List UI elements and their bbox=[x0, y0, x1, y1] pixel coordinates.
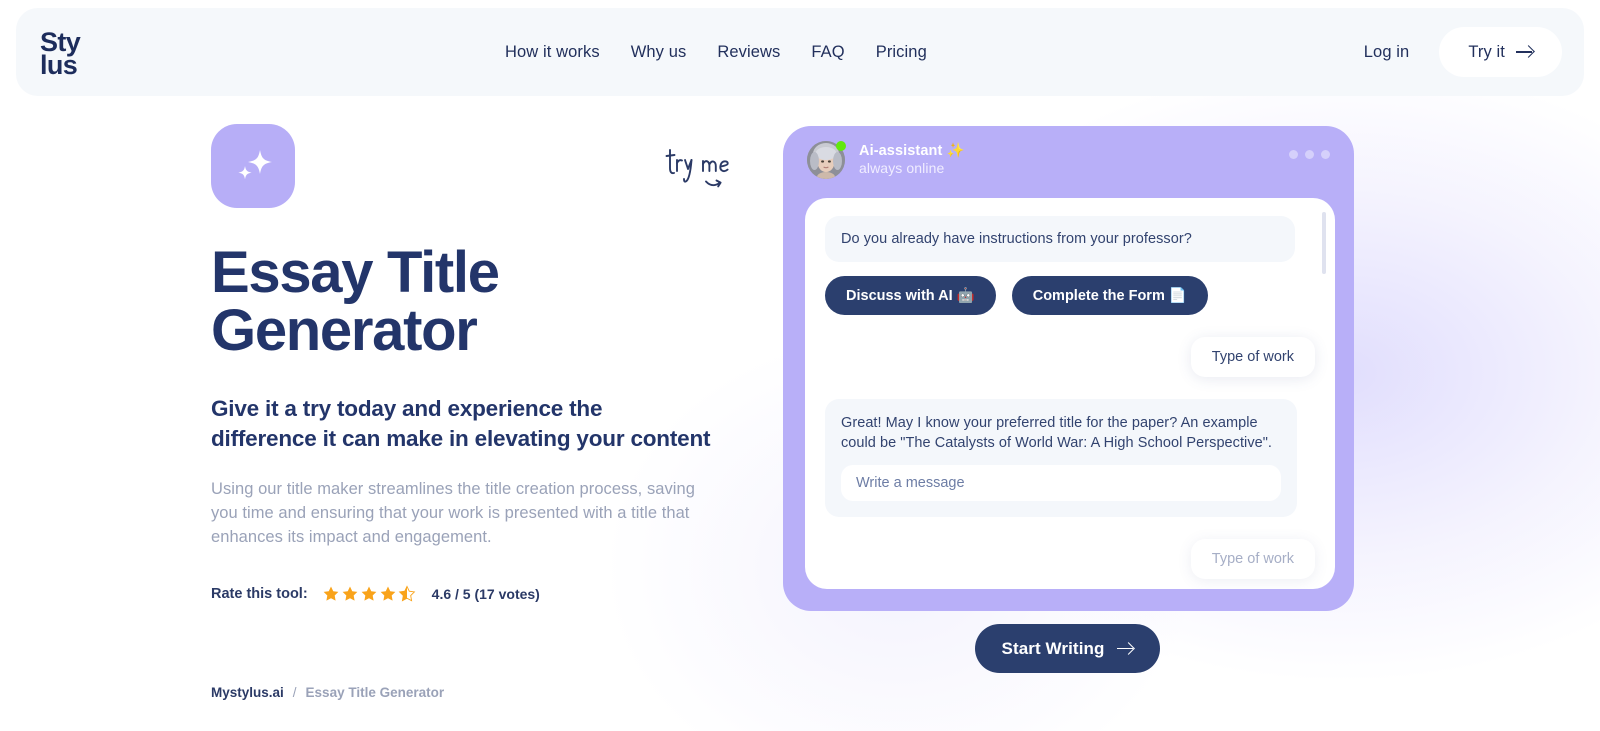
online-status-dot bbox=[836, 141, 846, 151]
page-title-line-1: Essay Title bbox=[211, 240, 500, 305]
nav-item-how-it-works[interactable]: How it works bbox=[505, 43, 600, 62]
write-message-input[interactable]: Write a message bbox=[841, 465, 1281, 501]
sparkle-badge bbox=[211, 124, 295, 208]
nav-item-faq[interactable]: FAQ bbox=[811, 43, 844, 62]
window-dot-2[interactable] bbox=[1305, 150, 1314, 159]
chat-body[interactable]: Do you already have instructions from yo… bbox=[805, 198, 1335, 589]
rating-stars[interactable] bbox=[322, 584, 416, 603]
logo[interactable]: Sty lus bbox=[40, 26, 100, 82]
rating-label: Rate this tool: bbox=[211, 585, 308, 602]
nav-item-why-us[interactable]: Why us bbox=[631, 43, 687, 62]
try-it-button[interactable]: Try it bbox=[1439, 27, 1562, 77]
discuss-with-ai-button[interactable]: Discuss with AI 🤖 bbox=[825, 276, 996, 315]
star-icon-5-half bbox=[398, 584, 416, 602]
breadcrumb-current: Essay Title Generator bbox=[305, 685, 445, 700]
start-writing-label: Start Writing bbox=[1001, 638, 1105, 658]
star-icon-3 bbox=[361, 586, 377, 601]
try-it-label: Try it bbox=[1468, 42, 1505, 61]
chat-message-assistant-2-text: Great! May I know your preferred title f… bbox=[841, 415, 1273, 451]
hero-description: Using our title maker streamlines the ti… bbox=[211, 479, 695, 546]
hero-left-column: Essay Title Generator Give it a try toda… bbox=[211, 124, 731, 603]
nav-item-pricing[interactable]: Pricing bbox=[876, 43, 927, 62]
arrow-right-icon bbox=[1116, 642, 1134, 656]
complete-the-form-button[interactable]: Complete the Form 📄 bbox=[1011, 276, 1208, 315]
window-dot-3[interactable] bbox=[1321, 150, 1330, 159]
chat-identity: Ai-assistant ✨ always online bbox=[859, 142, 965, 178]
logo-line-2: lus bbox=[40, 50, 78, 80]
rating-value: 4.6 / 5 (17 votes) bbox=[431, 585, 540, 602]
assistant-status: always online bbox=[859, 160, 945, 177]
assistant-name: Ai-assistant ✨ bbox=[859, 143, 965, 160]
try-me-handwriting-icon bbox=[665, 149, 729, 188]
chat-scrollbar[interactable] bbox=[1322, 212, 1326, 274]
window-controls[interactable] bbox=[1289, 150, 1330, 159]
star-icon-1 bbox=[323, 586, 339, 601]
sparkle-icon bbox=[238, 150, 272, 180]
chat-message-assistant-2: Great! May I know your preferred title f… bbox=[825, 399, 1297, 517]
breadcrumb-root[interactable]: Mystylus.ai bbox=[211, 685, 284, 700]
avatar-wrapper bbox=[807, 141, 846, 179]
breadcrumb: Mystylus.ai / Essay Title Generator bbox=[211, 685, 444, 700]
site-header: Sty lus How it works Why us Reviews FAQ … bbox=[16, 8, 1584, 96]
hero-subtitle: Give it a try today and experience the d… bbox=[211, 396, 711, 451]
try-me-note bbox=[665, 138, 745, 203]
chat-message-user-2: Type of work bbox=[1190, 539, 1315, 579]
nav-item-reviews[interactable]: Reviews bbox=[717, 43, 780, 62]
chat-message-assistant-1: Do you already have instructions from yo… bbox=[825, 216, 1295, 262]
rating-row: Rate this tool: 4.6 / 5 (17 votes) bbox=[211, 584, 731, 603]
arrow-right-icon bbox=[1516, 45, 1533, 59]
chat-topbar: Ai-assistant ✨ always online bbox=[783, 126, 1354, 194]
page-title-line-2: Generator bbox=[211, 298, 478, 363]
window-dot-1[interactable] bbox=[1289, 150, 1298, 159]
main-nav: How it works Why us Reviews FAQ Pricing bbox=[505, 8, 927, 96]
star-icon-2 bbox=[342, 586, 358, 601]
page-title: Essay Title Generator bbox=[211, 244, 731, 360]
header-actions: Log in Try it bbox=[1346, 8, 1562, 96]
chat-message-user-1: Type of work bbox=[1190, 337, 1315, 377]
quick-reply-row: Discuss with AI 🤖 Complete the Form 📄 bbox=[825, 276, 1315, 315]
chat-widget: Ai-assistant ✨ always online Do you alre… bbox=[783, 126, 1354, 611]
breadcrumb-separator: / bbox=[292, 685, 297, 700]
login-link[interactable]: Log in bbox=[1346, 43, 1428, 62]
start-writing-button[interactable]: Start Writing bbox=[975, 624, 1160, 673]
star-icon-4 bbox=[380, 586, 396, 601]
